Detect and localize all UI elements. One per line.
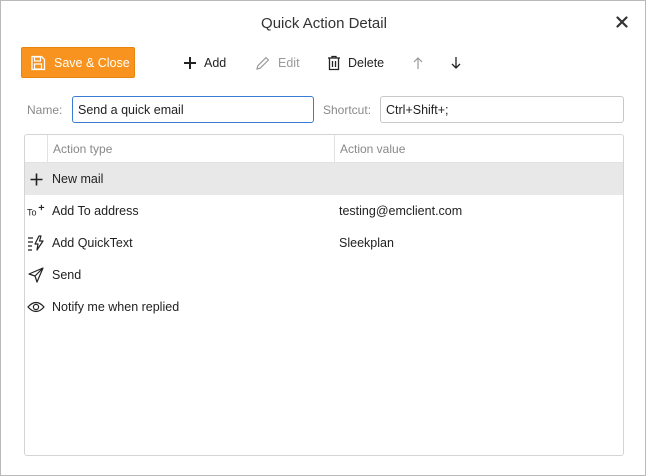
quick-action-dialog: Quick Action Detail Save & Close Add Edi… — [0, 0, 646, 476]
action-type-cell: Notify me when replied — [52, 300, 180, 314]
delete-button[interactable]: Delete — [327, 47, 384, 78]
trash-icon — [328, 55, 340, 70]
action-type-cell: Add QuickText — [52, 236, 133, 250]
name-input[interactable] — [72, 96, 314, 123]
action-value-cell: Sleekplan — [339, 236, 394, 250]
table-row[interactable]: New mail — [25, 163, 623, 195]
save-close-button[interactable]: Save & Close — [21, 47, 135, 78]
column-separator — [47, 135, 48, 163]
eye-icon — [27, 298, 45, 316]
edit-button[interactable]: Edit — [255, 47, 300, 78]
column-header-action-value[interactable]: Action value — [340, 135, 405, 163]
close-icon — [616, 16, 628, 28]
dialog-title: Quick Action Detail — [261, 15, 387, 32]
action-type-cell: Add To address — [52, 204, 139, 218]
action-type-cell: New mail — [52, 172, 104, 186]
table-row[interactable]: Notify me when replied — [25, 291, 623, 323]
shortcut-input[interactable] — [380, 96, 624, 123]
delete-label: Delete — [348, 55, 385, 70]
shortcut-label: Shortcut: — [323, 103, 372, 117]
save-close-label: Save & Close — [54, 55, 130, 70]
plus-icon — [27, 170, 45, 188]
move-down-button[interactable] — [450, 47, 462, 78]
to-plus-icon: To — [27, 202, 45, 220]
name-label: Name: — [27, 103, 63, 117]
action-type-cell: Send — [52, 268, 82, 282]
plus-icon — [184, 56, 196, 69]
column-header-action-type[interactable]: Action type — [53, 135, 112, 163]
toolbar: Save & Close Add Edit Delete — [21, 47, 631, 79]
edit-label: Edit — [278, 55, 300, 70]
save-icon — [31, 55, 46, 70]
pencil-icon — [256, 56, 270, 70]
table-row[interactable]: Send — [25, 259, 623, 291]
add-label: Add — [204, 55, 227, 70]
arrow-down-icon — [451, 56, 461, 69]
add-button[interactable]: Add — [183, 47, 226, 78]
svg-text:To: To — [27, 208, 37, 218]
actions-table: Action type Action value New mail To Add… — [24, 134, 624, 456]
table-row[interactable]: To Add To address testing@emclient.com — [25, 195, 623, 227]
table-row[interactable]: Add QuickText Sleekplan — [25, 227, 623, 259]
column-separator — [334, 135, 335, 163]
action-value-cell: testing@emclient.com — [339, 204, 463, 218]
arrow-up-icon — [413, 56, 423, 69]
quicktext-icon — [27, 234, 45, 252]
send-icon — [27, 266, 45, 284]
close-button[interactable] — [613, 13, 631, 31]
table-header: Action type Action value — [25, 135, 623, 163]
move-up-button[interactable] — [412, 47, 424, 78]
